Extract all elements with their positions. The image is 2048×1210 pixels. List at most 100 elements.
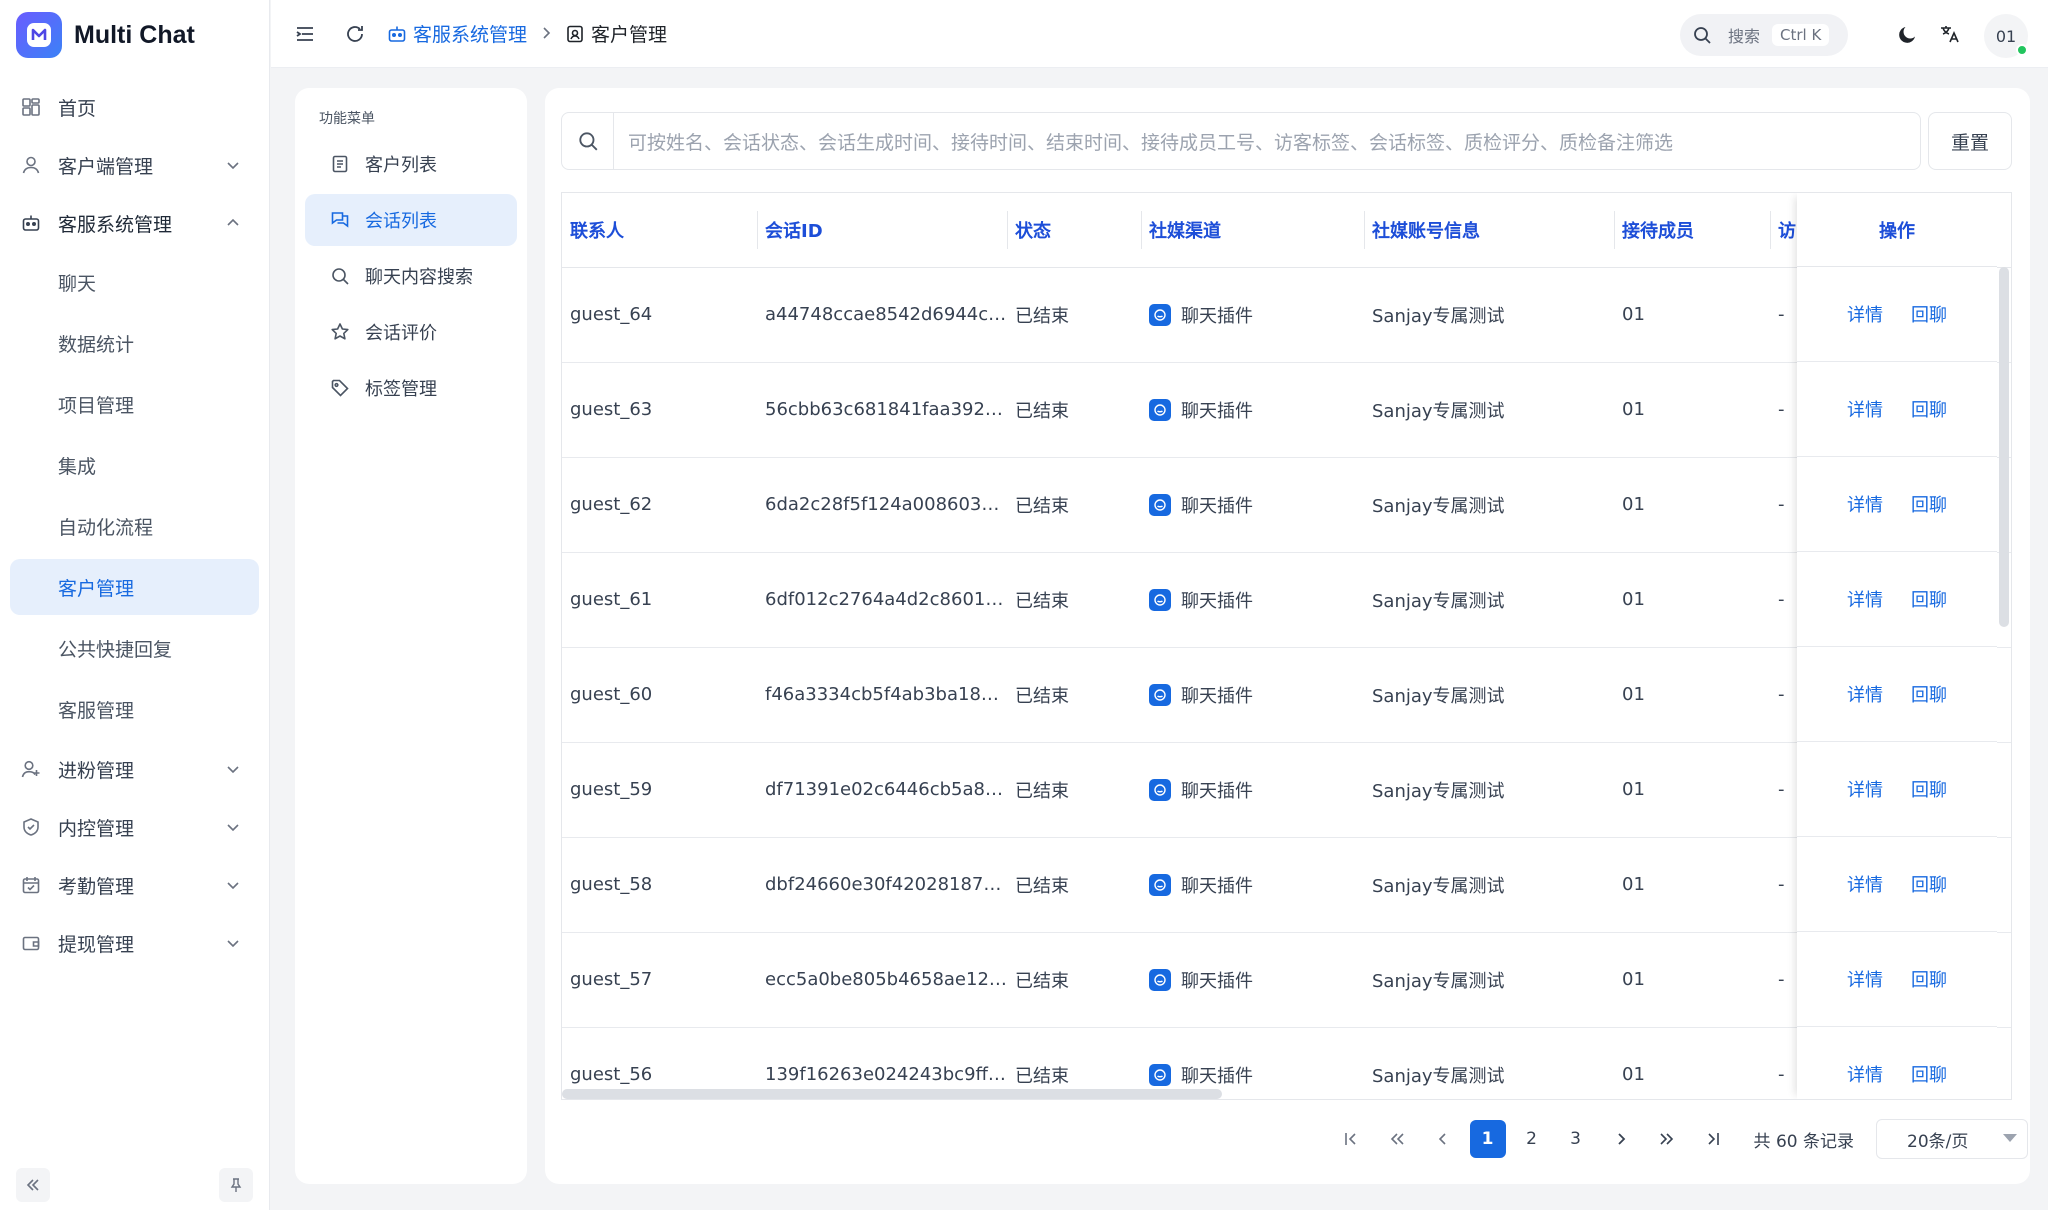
reply-link[interactable]: 回聊 — [1911, 776, 1947, 802]
table-row[interactable]: guest_59 df71391e02c6446cb5a8e76... 已结束 … — [562, 742, 2011, 838]
sidebar-subitem-automation[interactable]: 自动化流程 — [0, 496, 269, 557]
detail-link[interactable]: 详情 — [1847, 871, 1883, 897]
horizontal-scrollbar[interactable] — [562, 1089, 1222, 1099]
table-row[interactable]: guest_62 6da2c28f5f124a0086036bf... 已结束 … — [562, 457, 2011, 553]
channel-label: 聊天插件 — [1181, 495, 1253, 517]
column-header-channel[interactable]: 社媒渠道 — [1141, 193, 1364, 268]
function-menu: 功能菜单 客户列表 会话列表 聊天内容搜索 会话评价 标签管理 — [295, 88, 527, 1184]
page-number[interactable]: 3 — [1558, 1120, 1594, 1158]
reply-link[interactable]: 回聊 — [1911, 1061, 1947, 1087]
reply-link[interactable]: 回聊 — [1911, 491, 1947, 517]
sidebar: Multi Chat 首页 客户端管理 客服系统管理 聊天 数据统计 项目管理 … — [0, 0, 270, 1210]
detail-link[interactable]: 详情 — [1847, 396, 1883, 422]
detail-link[interactable]: 详情 — [1847, 1061, 1883, 1087]
actions-column: 操作 详情 回聊 详情 回聊 详情 回聊 详情 回聊 详情 回聊 详情 回聊 详… — [1797, 193, 1997, 1099]
sidebar-subitem-projects[interactable]: 项目管理 — [0, 374, 269, 435]
column-header-member[interactable]: 接待成员 — [1614, 193, 1770, 268]
cell-member: 01 — [1614, 837, 1770, 933]
filter-search-field[interactable]: 可按姓名、会话状态、会话生成时间、接待时间、结束时间、接待成员工号、访客标签、会… — [561, 112, 1921, 170]
previous-group-icon[interactable] — [1377, 1120, 1417, 1158]
sidebar-item-fans[interactable]: 进粉管理 — [0, 740, 269, 798]
menu-item-conversation-list[interactable]: 会话列表 — [305, 194, 517, 246]
chat-plugin-icon — [1149, 398, 1171, 421]
column-header-status[interactable]: 状态 — [1007, 193, 1141, 268]
pin-icon[interactable] — [219, 1168, 253, 1202]
reply-link[interactable]: 回聊 — [1911, 681, 1947, 707]
detail-link[interactable]: 详情 — [1847, 681, 1883, 707]
table-row[interactable]: guest_63 56cbb63c681841faa39212d... 已结束 … — [562, 362, 2011, 458]
menu-item-conversation-rating[interactable]: 会话评价 — [305, 306, 517, 358]
breadcrumb-item-cs-system[interactable]: 客服系统管理 — [387, 20, 527, 47]
contact-card-icon — [567, 25, 583, 42]
sidebar-subitem-integration[interactable]: 集成 — [0, 435, 269, 496]
page-number[interactable]: 1 — [1469, 1120, 1506, 1158]
chat-plugin-icon — [1149, 778, 1171, 801]
sidebar-item-cs-system[interactable]: 客服系统管理 — [0, 194, 269, 252]
detail-link[interactable]: 详情 — [1847, 776, 1883, 802]
global-search[interactable]: 搜索 Ctrl K — [1680, 14, 1848, 56]
table-row[interactable]: guest_58 dbf24660e30f4202818751c... 已结束 … — [562, 837, 2011, 933]
table-row[interactable]: guest_57 ecc5a0be805b4658ae1280... 已结束 聊… — [562, 932, 2011, 1028]
detail-link[interactable]: 详情 — [1847, 586, 1883, 612]
cell-member: 01 — [1614, 552, 1770, 648]
reply-link[interactable]: 回聊 — [1911, 871, 1947, 897]
cell-member: 01 — [1614, 362, 1770, 458]
sidebar-item-withdrawal[interactable]: 提现管理 — [0, 914, 269, 972]
sidebar-subitem-quick-replies[interactable]: 公共快捷回复 — [0, 618, 269, 679]
next-group-icon[interactable] — [1647, 1120, 1687, 1158]
sidebar-subitem-customer-management[interactable]: 客户管理 — [10, 559, 259, 615]
last-page-icon[interactable] — [1693, 1120, 1733, 1158]
column-header-contact[interactable]: 联系人 — [562, 193, 757, 268]
column-header-session-id[interactable]: 会话ID — [757, 193, 1007, 268]
sidebar-item-attendance[interactable]: 考勤管理 — [0, 856, 269, 914]
page-size-select[interactable]: 20条/页 — [1876, 1119, 2028, 1159]
cell-session-id: dbf24660e30f4202818751c... — [757, 837, 1007, 933]
channel-label: 聊天插件 — [1181, 875, 1253, 897]
column-header-account[interactable]: 社媒账号信息 — [1364, 193, 1614, 268]
sidebar-subitem-agent-management[interactable]: 客服管理 — [0, 679, 269, 740]
sidebar-item-home[interactable]: 首页 — [0, 78, 269, 136]
sidebar-item-internal-control[interactable]: 内控管理 — [0, 798, 269, 856]
detail-link[interactable]: 详情 — [1847, 966, 1883, 992]
menu-item-tag-management[interactable]: 标签管理 — [305, 362, 517, 414]
reply-link[interactable]: 回聊 — [1911, 586, 1947, 612]
vertical-scrollbar[interactable] — [1999, 267, 2009, 627]
table-header-row: 联系人 会话ID 状态 社媒渠道 社媒账号信息 接待成员 访 — [562, 193, 2011, 268]
table-row[interactable]: guest_60 f46a3334cb5f4ab3ba182ae... 已结束 … — [562, 647, 2011, 743]
detail-link[interactable]: 详情 — [1847, 491, 1883, 517]
reply-link[interactable]: 回聊 — [1911, 396, 1947, 422]
collapse-sidebar-icon[interactable] — [16, 1168, 50, 1202]
cell-channel: 聊天插件 — [1141, 457, 1364, 553]
first-page-icon[interactable] — [1331, 1120, 1371, 1158]
avatar-text: 01 — [1995, 26, 2017, 46]
sidebar-item-client-management[interactable]: 客户端管理 — [0, 136, 269, 194]
page-size-value: 20条/页 — [1907, 1131, 1969, 1152]
table-row[interactable]: guest_64 a44748ccae8542d6944c23... 已结束 聊… — [562, 267, 2011, 363]
action-cell: 详情 回聊 — [1797, 647, 1997, 742]
user-avatar[interactable]: 01 — [1984, 14, 2028, 58]
page-number[interactable]: 2 — [1514, 1120, 1550, 1158]
cell-session-id: 6df012c2764a4d2c8601bd... — [757, 552, 1007, 648]
chat-plugin-icon — [1149, 683, 1171, 706]
sidebar-subitem-chat[interactable]: 聊天 — [0, 252, 269, 313]
sidebar-item-label: 进粉管理 — [58, 759, 135, 782]
next-page-icon[interactable] — [1601, 1120, 1641, 1158]
reply-link[interactable]: 回聊 — [1911, 301, 1947, 327]
detail-link[interactable]: 详情 — [1847, 301, 1883, 327]
action-cell: 详情 回聊 — [1797, 552, 1997, 647]
brand[interactable]: Multi Chat — [0, 0, 269, 70]
cell-account: Sanjay专属测试 — [1364, 1027, 1614, 1099]
reply-link[interactable]: 回聊 — [1911, 966, 1947, 992]
reset-button[interactable]: 重置 — [1928, 112, 2012, 170]
function-menu-title: 功能菜单 — [319, 111, 375, 127]
menu-item-customer-list[interactable]: 客户列表 — [305, 138, 517, 190]
sidebar-subitem-statistics[interactable]: 数据统计 — [0, 313, 269, 374]
translate-icon[interactable] — [1932, 16, 1968, 52]
table-row[interactable]: guest_61 6df012c2764a4d2c8601bd... 已结束 聊… — [562, 552, 2011, 648]
dark-mode-icon[interactable] — [1890, 16, 1926, 52]
previous-page-icon[interactable] — [1423, 1120, 1463, 1158]
breadcrumb-item-customer-management[interactable]: 客户管理 — [565, 20, 667, 47]
refresh-icon[interactable] — [337, 16, 373, 52]
menu-item-chat-search[interactable]: 聊天内容搜索 — [305, 250, 517, 302]
menu-toggle-icon[interactable] — [287, 16, 323, 52]
